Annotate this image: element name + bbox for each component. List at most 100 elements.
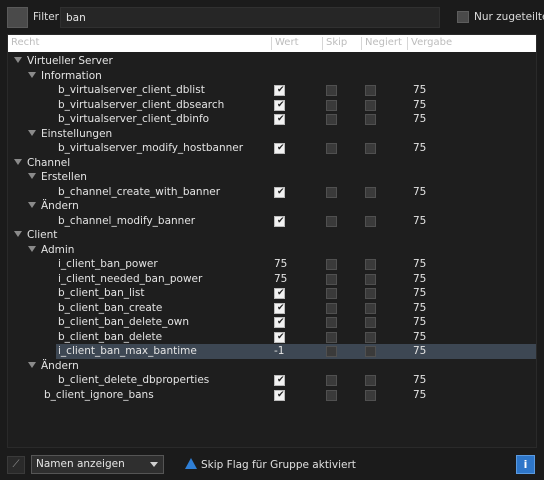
tree-group-row[interactable]: Admin bbox=[8, 243, 536, 258]
tree-group-row[interactable]: Client bbox=[8, 228, 536, 243]
vergabe-value[interactable]: 75 bbox=[413, 373, 426, 388]
wert-checkbox[interactable]: ✔ bbox=[274, 186, 285, 198]
wert-checkbox[interactable]: ✔ bbox=[274, 375, 285, 386]
tree-permission-row[interactable]: i_client_ban_max_bantime -1 75 bbox=[8, 344, 536, 359]
tree-permission-row[interactable]: b_channel_modify_banner ✔ 75 bbox=[8, 214, 536, 229]
tree-permission-row[interactable]: b_virtualserver_client_dbinfo ✔ 75 bbox=[8, 112, 536, 127]
negiert-checkbox[interactable] bbox=[365, 99, 376, 111]
negiert-checkbox[interactable] bbox=[365, 375, 376, 386]
negiert-checkbox[interactable] bbox=[365, 346, 376, 357]
wert-checkbox[interactable]: ✔ bbox=[274, 302, 285, 314]
negiert-checkbox[interactable] bbox=[365, 302, 376, 314]
negiert-checkbox[interactable] bbox=[365, 186, 376, 198]
expand-arrow-icon[interactable] bbox=[28, 245, 36, 252]
tree-group-row[interactable]: Channel bbox=[8, 156, 536, 171]
tree-permission-row[interactable]: b_channel_create_with_banner ✔ 75 bbox=[8, 185, 536, 200]
vergabe-value[interactable]: 75 bbox=[413, 98, 426, 113]
expand-arrow-icon[interactable] bbox=[28, 129, 36, 136]
tree-permission-row[interactable]: b_client_ban_create ✔ 75 bbox=[8, 301, 536, 316]
vergabe-value[interactable]: 75 bbox=[413, 112, 426, 127]
column-header-recht[interactable]: Recht bbox=[8, 37, 270, 50]
expand-arrow-icon[interactable] bbox=[14, 158, 22, 165]
skip-checkbox[interactable] bbox=[326, 375, 337, 386]
column-header-wert[interactable]: Wert bbox=[271, 37, 321, 50]
tree-permission-row[interactable]: i_client_needed_ban_power 75 75 bbox=[8, 272, 536, 287]
skip-checkbox[interactable] bbox=[326, 85, 337, 96]
tree-permission-row[interactable]: b_client_ban_delete ✔ 75 bbox=[8, 330, 536, 345]
vergabe-value[interactable]: 75 bbox=[413, 83, 426, 98]
expand-arrow-icon[interactable] bbox=[14, 57, 22, 63]
tree-permission-row[interactable]: b_client_ban_delete_own ✔ 75 bbox=[8, 315, 536, 330]
wert-checkbox[interactable]: ✔ bbox=[274, 143, 285, 154]
tree-group-row[interactable]: Einstellungen bbox=[8, 127, 536, 142]
only-assigned-checkbox[interactable] bbox=[457, 11, 469, 23]
expand-arrow-icon[interactable] bbox=[28, 202, 36, 208]
vergabe-value[interactable]: 75 bbox=[413, 301, 426, 316]
negiert-checkbox[interactable] bbox=[365, 389, 376, 401]
vergabe-value[interactable]: 75 bbox=[413, 141, 426, 156]
skip-checkbox[interactable] bbox=[326, 99, 337, 111]
pin-icon[interactable]: ⟋ bbox=[7, 456, 25, 474]
tree-permission-row[interactable]: i_client_ban_power 75 75 bbox=[8, 257, 536, 272]
negiert-checkbox[interactable] bbox=[365, 317, 376, 328]
vergabe-value[interactable]: 75 bbox=[413, 185, 426, 200]
vergabe-value[interactable]: 75 bbox=[413, 344, 426, 359]
negiert-checkbox[interactable] bbox=[365, 85, 376, 96]
column-header-vergabe[interactable]: Vergabe bbox=[407, 37, 536, 50]
skip-checkbox[interactable] bbox=[326, 215, 337, 227]
skip-checkbox[interactable] bbox=[326, 114, 337, 125]
skip-checkbox[interactable] bbox=[326, 331, 337, 343]
negiert-checkbox[interactable] bbox=[365, 215, 376, 227]
group-icon-button[interactable] bbox=[7, 7, 28, 28]
permission-tree[interactable]: Recht Wert Skip Negiert Vergabe Virtuell… bbox=[7, 34, 537, 448]
wert-checkbox[interactable]: ✔ bbox=[274, 317, 285, 328]
expand-arrow-icon[interactable] bbox=[28, 173, 36, 179]
skip-checkbox[interactable] bbox=[326, 273, 337, 285]
filter-input[interactable] bbox=[60, 7, 440, 28]
wert-value[interactable]: -1 bbox=[274, 344, 284, 359]
tree-group-row[interactable]: Information bbox=[8, 69, 536, 84]
wert-checkbox[interactable]: ✔ bbox=[274, 99, 285, 111]
wert-checkbox[interactable]: ✔ bbox=[274, 85, 285, 96]
tree-permission-row[interactable]: b_client_ignore_bans ✔ 75 bbox=[8, 388, 536, 403]
expand-arrow-icon[interactable] bbox=[28, 71, 36, 78]
tree-permission-row[interactable]: b_virtualserver_client_dblist ✔ 75 bbox=[8, 83, 536, 98]
wert-checkbox[interactable]: ✔ bbox=[274, 215, 285, 227]
negiert-checkbox[interactable] bbox=[365, 114, 376, 125]
skip-checkbox[interactable] bbox=[326, 346, 337, 357]
vergabe-value[interactable]: 75 bbox=[413, 388, 426, 403]
wert-checkbox[interactable]: ✔ bbox=[274, 389, 285, 401]
vergabe-value[interactable]: 75 bbox=[413, 330, 426, 345]
skip-checkbox[interactable] bbox=[326, 302, 337, 314]
skip-checkbox[interactable] bbox=[326, 143, 337, 154]
display-mode-select[interactable]: Namen anzeigen bbox=[31, 455, 164, 474]
expand-arrow-icon[interactable] bbox=[14, 231, 22, 237]
negiert-checkbox[interactable] bbox=[365, 259, 376, 270]
tree-permission-row[interactable]: b_client_ban_list ✔ 75 bbox=[8, 286, 536, 301]
skip-checkbox[interactable] bbox=[326, 186, 337, 198]
tree-group-row[interactable]: Ändern bbox=[8, 199, 536, 214]
info-icon[interactable]: i bbox=[516, 455, 535, 474]
skip-checkbox[interactable] bbox=[326, 389, 337, 401]
tree-permission-row[interactable]: b_virtualserver_modify_hostbanner ✔ 75 bbox=[8, 141, 536, 156]
vergabe-value[interactable]: 75 bbox=[413, 257, 426, 272]
negiert-checkbox[interactable] bbox=[365, 273, 376, 285]
wert-checkbox[interactable]: ✔ bbox=[274, 288, 285, 299]
wert-value[interactable]: 75 bbox=[274, 257, 287, 272]
tree-group-row[interactable]: Virtueller Server bbox=[8, 54, 536, 69]
tree-permission-row[interactable]: b_virtualserver_client_dbsearch ✔ 75 bbox=[8, 98, 536, 113]
only-assigned-label[interactable]: Nur zugeteilte bbox=[474, 11, 544, 23]
negiert-checkbox[interactable] bbox=[365, 331, 376, 343]
vergabe-value[interactable]: 75 bbox=[413, 214, 426, 229]
skip-checkbox[interactable] bbox=[326, 288, 337, 299]
negiert-checkbox[interactable] bbox=[365, 288, 376, 299]
vergabe-value[interactable]: 75 bbox=[413, 272, 426, 287]
vergabe-value[interactable]: 75 bbox=[413, 315, 426, 330]
negiert-checkbox[interactable] bbox=[365, 143, 376, 154]
skip-checkbox[interactable] bbox=[326, 259, 337, 270]
tree-permission-row[interactable]: b_client_delete_dbproperties ✔ 75 bbox=[8, 373, 536, 388]
wert-checkbox[interactable]: ✔ bbox=[274, 114, 285, 125]
expand-arrow-icon[interactable] bbox=[28, 361, 36, 368]
skip-checkbox[interactable] bbox=[326, 317, 337, 328]
tree-group-row[interactable]: Ändern bbox=[8, 359, 536, 374]
